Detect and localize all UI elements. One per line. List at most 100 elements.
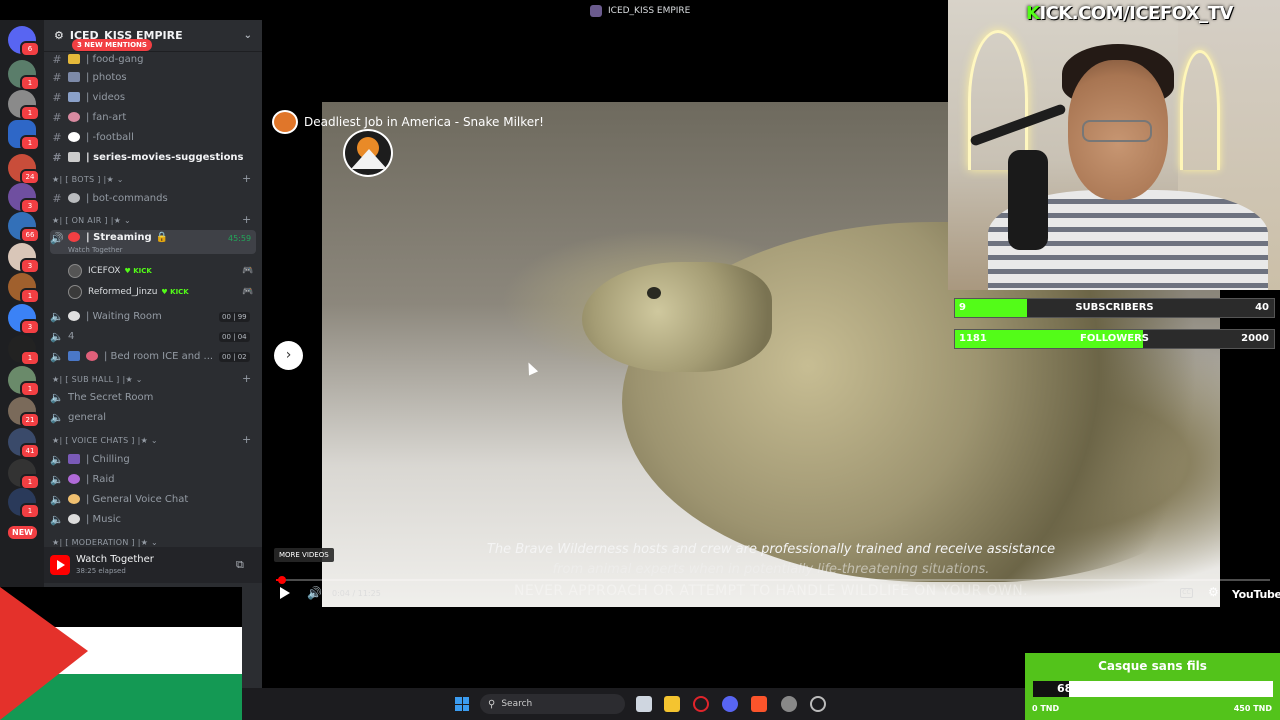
video-time: 0:04 / 11:25 bbox=[332, 589, 381, 598]
add-channel-icon[interactable]: + bbox=[242, 433, 251, 446]
youtube-logo[interactable]: YouTube bbox=[1232, 588, 1280, 601]
server-icon[interactable]: 1 bbox=[8, 335, 40, 366]
stream-timer: 45:59 bbox=[228, 234, 252, 243]
username: Reformed_Jinzu bbox=[88, 287, 158, 297]
volume-icon[interactable]: 🔊 bbox=[307, 586, 322, 600]
taskview-icon[interactable] bbox=[636, 696, 652, 712]
channel-label: | -football bbox=[86, 131, 134, 143]
add-channel-icon[interactable]: + bbox=[242, 172, 251, 185]
speaker-icon: 🔈 bbox=[50, 309, 64, 323]
channel-food-gang[interactable]: # | food-gang bbox=[50, 50, 256, 68]
popout-icon[interactable]: ⧉ bbox=[236, 558, 244, 572]
server-icon[interactable]: 3 bbox=[8, 304, 40, 335]
voice-user[interactable]: Reformed_Jinzu ♥ KICK bbox=[68, 283, 189, 301]
server-icon[interactable]: 1 bbox=[8, 366, 40, 397]
server-icon[interactable]: 41 bbox=[8, 428, 40, 459]
server-icon[interactable]: 1 bbox=[8, 459, 40, 490]
speaker-icon: 🔊 bbox=[50, 232, 64, 245]
more-videos-button[interactable]: MORE VIDEOS bbox=[274, 548, 334, 562]
activity-title: Watch Together bbox=[76, 554, 154, 565]
flag-image bbox=[0, 587, 242, 720]
server-icon[interactable]: 3 bbox=[8, 183, 40, 214]
voice-user[interactable]: ICEFOX ♥ KICK bbox=[68, 262, 152, 280]
hash-icon: # bbox=[52, 130, 62, 144]
screen: 6 1 1 1 24 3 66 3 1 3 1 1 21 41 1 1 NEW … bbox=[0, 0, 1280, 720]
cc-icon[interactable]: CC bbox=[1180, 588, 1193, 598]
unread-badge: 1 bbox=[20, 105, 40, 121]
windows-icon[interactable] bbox=[455, 697, 469, 711]
webcam-feed bbox=[948, 0, 1280, 290]
channel-general-voice-chat[interactable]: 🔈 | General Voice Chat bbox=[50, 490, 256, 508]
app-icon[interactable] bbox=[781, 696, 797, 712]
channel-chilling[interactable]: 🔈 | Chilling bbox=[50, 450, 256, 468]
discord-home-icon[interactable]: 6 bbox=[8, 26, 40, 57]
add-channel-icon[interactable]: + bbox=[242, 372, 251, 385]
server-icon[interactable]: 1 bbox=[8, 120, 40, 151]
unread-badge: 1 bbox=[20, 381, 40, 397]
channel-raid[interactable]: 🔈 | Raid bbox=[50, 470, 256, 488]
play-icon[interactable] bbox=[280, 587, 290, 599]
channel-label: | videos bbox=[86, 91, 126, 103]
video-progress-bar[interactable] bbox=[276, 576, 1270, 584]
channel-general[interactable]: 🔈 general bbox=[50, 408, 256, 426]
category-voice-chats[interactable]: ★| [ VOICE CHATS ] |★ ⌄ bbox=[52, 436, 158, 445]
channel-videos[interactable]: # | videos bbox=[50, 88, 256, 106]
discord-icon[interactable] bbox=[722, 696, 738, 712]
speaker-icon: 🔈 bbox=[50, 472, 64, 486]
followers-goal: 1181 FOLLOWERS 2000 bbox=[954, 329, 1275, 349]
video-scene bbox=[647, 287, 661, 299]
opera-icon[interactable] bbox=[693, 696, 709, 712]
server-icon[interactable]: 1 bbox=[8, 90, 40, 121]
channel-football[interactable]: # | -football bbox=[50, 128, 256, 146]
category-on-air[interactable]: ★| [ ON AIR ] |★ ⌄ bbox=[52, 216, 131, 225]
channel-secret-room[interactable]: 🔈 The Secret Room bbox=[50, 388, 256, 406]
video-title[interactable]: Deadliest Job in America - Snake Milker! bbox=[304, 115, 544, 129]
server-icon[interactable]: 1 bbox=[8, 273, 40, 304]
channel-label: | Chilling bbox=[86, 453, 130, 465]
next-video-button[interactable]: › bbox=[274, 341, 303, 370]
taskbar-search[interactable]: ⚲ Search bbox=[480, 694, 625, 714]
kick-tag: ♥ KICK bbox=[161, 288, 189, 296]
donation-value: 68 bbox=[1057, 682, 1073, 695]
channel-series-movies-suggestions[interactable]: # | series-movies-suggestions bbox=[50, 148, 256, 166]
app-icon[interactable] bbox=[810, 696, 826, 712]
search-icon: ⚲ bbox=[488, 698, 496, 710]
channel-photos[interactable]: # | photos bbox=[50, 68, 256, 86]
channel-label: | series-movies-suggestions bbox=[86, 151, 244, 163]
hash-icon: # bbox=[52, 90, 62, 104]
donation-title: Casque sans fils bbox=[1098, 659, 1207, 673]
category-bots[interactable]: ★| [ BOTS ] |★ ⌄ bbox=[52, 175, 124, 184]
server-icon[interactable]: 21 bbox=[8, 397, 40, 428]
activity-panel[interactable]: Watch Together 38:25 elapsed ⧉ bbox=[44, 547, 262, 583]
channel-music[interactable]: 🔈 | Music bbox=[50, 510, 256, 528]
brave-icon[interactable] bbox=[751, 696, 767, 712]
category-moderation[interactable]: ★| [ MODERATION ] |★ ⌄ bbox=[52, 538, 158, 547]
add-channel-icon[interactable]: + bbox=[242, 213, 251, 226]
speaker-icon: 🔈 bbox=[50, 512, 64, 526]
channel-avatar-icon[interactable] bbox=[272, 110, 298, 134]
settings-icon[interactable]: ⚙ bbox=[1208, 585, 1219, 599]
channel-fan-art[interactable]: # | fan-art bbox=[50, 108, 256, 126]
category-sub-hall[interactable]: ★| [ SUB HALL ] |★ ⌄ bbox=[52, 375, 143, 384]
channel-label: | bot-commands bbox=[86, 192, 168, 204]
server-icon[interactable]: 1 bbox=[8, 488, 40, 519]
unread-badge: 1 bbox=[20, 503, 40, 519]
window-title-text: ICED_KISS EMPIRE bbox=[608, 6, 691, 16]
hash-icon: # bbox=[52, 52, 62, 66]
server-icon[interactable]: 24 bbox=[8, 154, 40, 185]
unread-badge: 1 bbox=[20, 288, 40, 304]
server-icon[interactable]: 66 bbox=[8, 212, 40, 243]
server-icon[interactable]: 3 bbox=[8, 243, 40, 274]
channel-url-text: ICK.COM/ICEFOX_TV bbox=[1039, 3, 1233, 24]
channel-bot-commands[interactable]: # | bot-commands bbox=[50, 189, 256, 207]
new-mentions-pill[interactable]: 3 NEW MENTIONS bbox=[72, 39, 152, 51]
kick-k-letter: K bbox=[1026, 3, 1040, 24]
server-icon[interactable]: 1 bbox=[8, 60, 40, 91]
channel-logo[interactable] bbox=[343, 129, 393, 177]
channel-label: | Waiting Room bbox=[86, 310, 162, 322]
donation-goal: Casque sans fils 68 0 TND 450 TND bbox=[1025, 653, 1280, 720]
file-explorer-icon[interactable] bbox=[664, 696, 680, 712]
channel-label: | Streaming bbox=[86, 232, 152, 243]
emoji-icon bbox=[68, 474, 80, 484]
new-servers-pill[interactable]: NEW bbox=[8, 526, 37, 539]
